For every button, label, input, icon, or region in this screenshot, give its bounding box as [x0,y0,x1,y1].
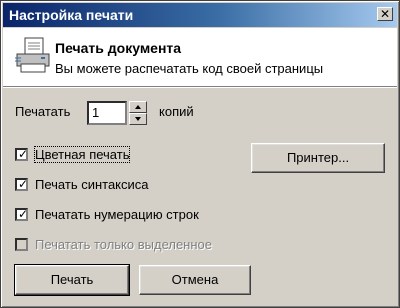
window-title: Настройка печати [9,7,134,23]
print-settings-dialog: Настройка печати ✕ Печать документа Вы м… [0,0,400,308]
printer-document-icon [15,37,50,73]
print-syntax-label[interactable]: Печать синтаксиса [35,177,149,192]
header-divider [3,86,397,88]
copies-label-after: копий [159,104,194,119]
spin-up-button[interactable] [129,101,147,113]
print-button[interactable]: Печать [14,264,130,296]
selection-only-checkbox [15,238,28,251]
header-subtitle: Вы можете распечатать код своей страницы [55,61,324,76]
title-bar[interactable]: Настройка печати ✕ [3,3,397,27]
header-title: Печать документа [55,40,182,56]
check-mark-icon: ✓ [18,147,29,161]
line-numbers-label[interactable]: Печатать нумерацию строк [35,207,199,222]
selection-only-label: Печатать только выделенное [35,237,213,252]
check-mark-icon: ✓ [18,177,29,191]
copies-label-before: Печатать [15,104,71,119]
close-button[interactable]: ✕ [377,7,393,21]
line-numbers-checkbox[interactable]: ✓ [15,207,29,221]
arrow-up-icon [135,105,141,109]
copies-input[interactable]: 1 [87,101,127,125]
color-print-checkbox[interactable]: ✓ [15,147,29,161]
spin-down-button[interactable] [129,113,147,125]
arrow-down-icon [135,117,141,121]
print-syntax-checkbox[interactable]: ✓ [15,177,29,191]
printer-button[interactable]: Принтер... [251,143,385,173]
dialog-header: Печать документа Вы можете распечатать к… [3,28,397,86]
color-print-label[interactable]: Цветная печать [33,146,131,163]
copies-stepper[interactable] [129,101,147,125]
check-mark-icon: ✓ [18,207,29,221]
cancel-button[interactable]: Отмена [139,265,251,295]
